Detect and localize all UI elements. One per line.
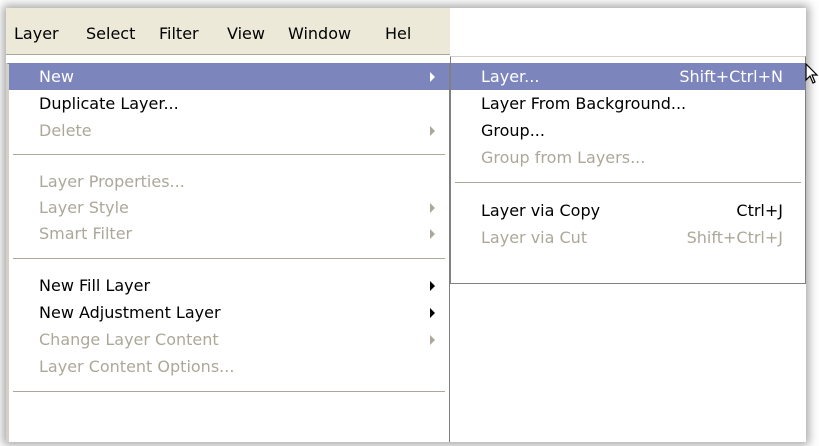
menu-item-label: Group...: [481, 121, 545, 140]
submenu-item-layer-via-cut[interactable]: Layer via Cut Shift+Ctrl+J: [451, 224, 805, 251]
menu-separator: [455, 182, 801, 184]
menu-item-label: Smart Filter: [39, 224, 133, 243]
mouse-pointer-icon: [805, 63, 819, 84]
menu-item-label: Change Layer Content: [39, 330, 219, 349]
submenu-item-layer-from-background[interactable]: Layer From Background...: [451, 90, 805, 117]
menu-item-duplicate-layer[interactable]: Duplicate Layer...: [9, 90, 449, 117]
menu-filter[interactable]: Filter: [159, 20, 199, 48]
submenu-item-layer-via-copy[interactable]: Layer via Copy Ctrl+J: [451, 197, 805, 224]
submenu-item-group[interactable]: Group...: [451, 117, 805, 144]
menu-separator: [13, 154, 445, 156]
menu-item-shortcut: Ctrl+J: [736, 201, 783, 220]
layer-menu: New Duplicate Layer... Delete Layer Prop…: [6, 63, 450, 442]
menu-item-change-layer-content[interactable]: Change Layer Content: [9, 326, 449, 353]
submenu-arrow-icon: [430, 281, 435, 291]
menu-item-label: Layer via Cut: [481, 228, 588, 247]
menu-item-label: Layer From Background...: [481, 94, 687, 113]
new-submenu: Layer... Shift+Ctrl+N Layer From Backgro…: [450, 56, 806, 284]
menu-item-new[interactable]: New: [9, 63, 449, 90]
menu-item-smart-filter[interactable]: Smart Filter: [9, 220, 449, 247]
menu-item-shortcut: Shift+Ctrl+J: [686, 228, 783, 247]
application-window: Layer Select Filter View Window Hel New …: [6, 8, 806, 442]
submenu-arrow-icon: [430, 72, 435, 82]
menu-item-label: New: [39, 67, 74, 86]
menu-item-layer-properties[interactable]: Layer Properties...: [9, 168, 449, 195]
menu-item-label: Duplicate Layer...: [39, 94, 179, 113]
menu-separator: [13, 391, 445, 393]
menu-view[interactable]: View: [227, 20, 265, 48]
menu-item-label: Layer Style: [39, 198, 129, 217]
submenu-arrow-icon: [430, 308, 435, 318]
menu-item-layer-content-options[interactable]: Layer Content Options...: [9, 353, 449, 380]
menu-separator: [13, 258, 445, 260]
submenu-item-layer[interactable]: Layer... Shift+Ctrl+N: [451, 63, 805, 90]
submenu-arrow-icon: [430, 203, 435, 213]
menu-help[interactable]: Hel: [385, 20, 411, 48]
menu-item-label: Layer...: [481, 67, 540, 86]
menu-item-label: Layer Properties...: [39, 172, 185, 191]
menu-select[interactable]: Select: [86, 20, 135, 48]
menu-item-label: New Adjustment Layer: [39, 303, 221, 322]
menu-bar: Layer Select Filter View Window Hel: [6, 8, 806, 55]
menu-item-label: Group from Layers...: [481, 148, 646, 167]
menu-item-delete[interactable]: Delete: [9, 117, 449, 144]
menu-item-new-adjustment-layer[interactable]: New Adjustment Layer: [9, 299, 449, 326]
menu-item-shortcut: Shift+Ctrl+N: [679, 67, 783, 86]
menu-item-label: Layer via Copy: [481, 201, 601, 220]
menu-item-label: New Fill Layer: [39, 276, 151, 295]
menu-item-new-fill-layer[interactable]: New Fill Layer: [9, 272, 449, 299]
menu-layer[interactable]: Layer: [14, 20, 59, 48]
submenu-arrow-icon: [430, 126, 435, 136]
menu-item-label: Delete: [39, 121, 92, 140]
menu-item-layer-style[interactable]: Layer Style: [9, 194, 449, 221]
menu-window[interactable]: Window: [288, 20, 351, 48]
submenu-item-group-from-layers[interactable]: Group from Layers...: [451, 144, 805, 171]
submenu-arrow-icon: [430, 335, 435, 345]
menu-item-label: Layer Content Options...: [39, 357, 235, 376]
submenu-arrow-icon: [430, 229, 435, 239]
